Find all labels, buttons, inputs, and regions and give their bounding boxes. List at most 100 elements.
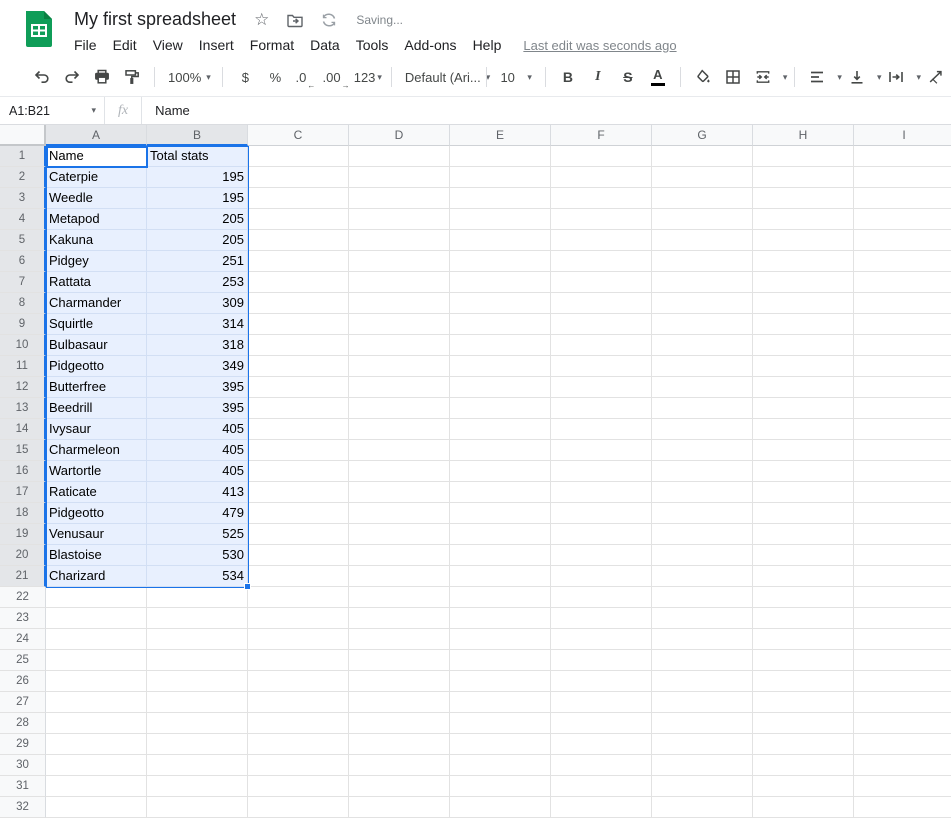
cell-A11[interactable]: Pidgeotto xyxy=(46,356,147,377)
bold-button[interactable]: B xyxy=(559,64,577,90)
cell-C10[interactable] xyxy=(248,335,349,356)
cell-C12[interactable] xyxy=(248,377,349,398)
cell-D18[interactable] xyxy=(349,503,450,524)
cell-A15[interactable]: Charmeleon xyxy=(46,440,147,461)
cell-A6[interactable]: Pidgey xyxy=(46,251,147,272)
paint-format-button[interactable] xyxy=(123,64,141,90)
cell-D11[interactable] xyxy=(349,356,450,377)
row-header-16[interactable]: 16 xyxy=(0,461,46,482)
cell-E32[interactable] xyxy=(450,797,551,818)
increase-decimal-button[interactable]: .00→ xyxy=(326,64,345,90)
cell-A20[interactable]: Blastoise xyxy=(46,545,147,566)
cell-H20[interactable] xyxy=(753,545,854,566)
cell-D23[interactable] xyxy=(349,608,450,629)
cell-F6[interactable] xyxy=(551,251,652,272)
cell-F18[interactable] xyxy=(551,503,652,524)
cell-D21[interactable] xyxy=(349,566,450,587)
cell-I7[interactable] xyxy=(854,272,951,293)
cell-E19[interactable] xyxy=(450,524,551,545)
cell-H10[interactable] xyxy=(753,335,854,356)
cell-H17[interactable] xyxy=(753,482,854,503)
cell-C6[interactable] xyxy=(248,251,349,272)
cell-D5[interactable] xyxy=(349,230,450,251)
cell-H5[interactable] xyxy=(753,230,854,251)
cell-A22[interactable] xyxy=(46,587,147,608)
cell-E12[interactable] xyxy=(450,377,551,398)
cell-I11[interactable] xyxy=(854,356,951,377)
column-header-A[interactable]: A xyxy=(46,125,147,146)
horizontal-align-button[interactable] xyxy=(808,64,826,90)
row-header-26[interactable]: 26 xyxy=(0,671,46,692)
cell-E27[interactable] xyxy=(450,692,551,713)
cell-B1[interactable]: Total stats xyxy=(147,146,248,167)
cell-F19[interactable] xyxy=(551,524,652,545)
cell-G9[interactable] xyxy=(652,314,753,335)
cell-B23[interactable] xyxy=(147,608,248,629)
cell-B16[interactable]: 405 xyxy=(147,461,248,482)
row-header-21[interactable]: 21 xyxy=(0,566,46,587)
row-header-20[interactable]: 20 xyxy=(0,545,46,566)
cell-H25[interactable] xyxy=(753,650,854,671)
cell-D6[interactable] xyxy=(349,251,450,272)
cell-A31[interactable] xyxy=(46,776,147,797)
cell-I21[interactable] xyxy=(854,566,951,587)
cell-E10[interactable] xyxy=(450,335,551,356)
cell-C29[interactable] xyxy=(248,734,349,755)
cell-H32[interactable] xyxy=(753,797,854,818)
cell-I8[interactable] xyxy=(854,293,951,314)
italic-button[interactable]: I xyxy=(589,64,607,90)
cell-H12[interactable] xyxy=(753,377,854,398)
cell-A18[interactable]: Pidgeotto xyxy=(46,503,147,524)
cell-C27[interactable] xyxy=(248,692,349,713)
cell-C18[interactable] xyxy=(248,503,349,524)
row-header-8[interactable]: 8 xyxy=(0,293,46,314)
cell-H28[interactable] xyxy=(753,713,854,734)
cell-B5[interactable]: 205 xyxy=(147,230,248,251)
cell-I1[interactable] xyxy=(854,146,951,167)
cell-F29[interactable] xyxy=(551,734,652,755)
font-family-select[interactable]: Default (Ari...▾ xyxy=(405,64,474,90)
cell-F27[interactable] xyxy=(551,692,652,713)
cell-G27[interactable] xyxy=(652,692,753,713)
column-header-F[interactable]: F xyxy=(551,125,652,146)
row-header-1[interactable]: 1 xyxy=(0,146,46,167)
row-header-31[interactable]: 31 xyxy=(0,776,46,797)
cell-E16[interactable] xyxy=(450,461,551,482)
cell-D10[interactable] xyxy=(349,335,450,356)
cell-D14[interactable] xyxy=(349,419,450,440)
cell-I32[interactable] xyxy=(854,797,951,818)
cell-E6[interactable] xyxy=(450,251,551,272)
cell-D4[interactable] xyxy=(349,209,450,230)
cell-G5[interactable] xyxy=(652,230,753,251)
cell-C21[interactable] xyxy=(248,566,349,587)
row-header-4[interactable]: 4 xyxy=(0,209,46,230)
cell-I13[interactable] xyxy=(854,398,951,419)
cell-E18[interactable] xyxy=(450,503,551,524)
cell-D13[interactable] xyxy=(349,398,450,419)
cell-I20[interactable] xyxy=(854,545,951,566)
cell-A9[interactable]: Squirtle xyxy=(46,314,147,335)
cell-F13[interactable] xyxy=(551,398,652,419)
cell-B10[interactable]: 318 xyxy=(147,335,248,356)
formula-input[interactable]: Name xyxy=(142,103,190,118)
row-header-5[interactable]: 5 xyxy=(0,230,46,251)
cell-I30[interactable] xyxy=(854,755,951,776)
cell-D26[interactable] xyxy=(349,671,450,692)
cell-H26[interactable] xyxy=(753,671,854,692)
cell-C14[interactable] xyxy=(248,419,349,440)
cell-I29[interactable] xyxy=(854,734,951,755)
cell-H19[interactable] xyxy=(753,524,854,545)
cell-A32[interactable] xyxy=(46,797,147,818)
cell-C2[interactable] xyxy=(248,167,349,188)
cell-H7[interactable] xyxy=(753,272,854,293)
cell-A23[interactable] xyxy=(46,608,147,629)
format-percent-button[interactable]: % xyxy=(266,64,284,90)
last-edit-link[interactable]: Last edit was seconds ago xyxy=(523,38,676,53)
cell-F31[interactable] xyxy=(551,776,652,797)
cell-B9[interactable]: 314 xyxy=(147,314,248,335)
cell-C1[interactable] xyxy=(248,146,349,167)
font-size-select[interactable]: 10▾ xyxy=(500,64,531,90)
cell-G30[interactable] xyxy=(652,755,753,776)
cell-B13[interactable]: 395 xyxy=(147,398,248,419)
select-all-corner[interactable] xyxy=(0,125,46,146)
